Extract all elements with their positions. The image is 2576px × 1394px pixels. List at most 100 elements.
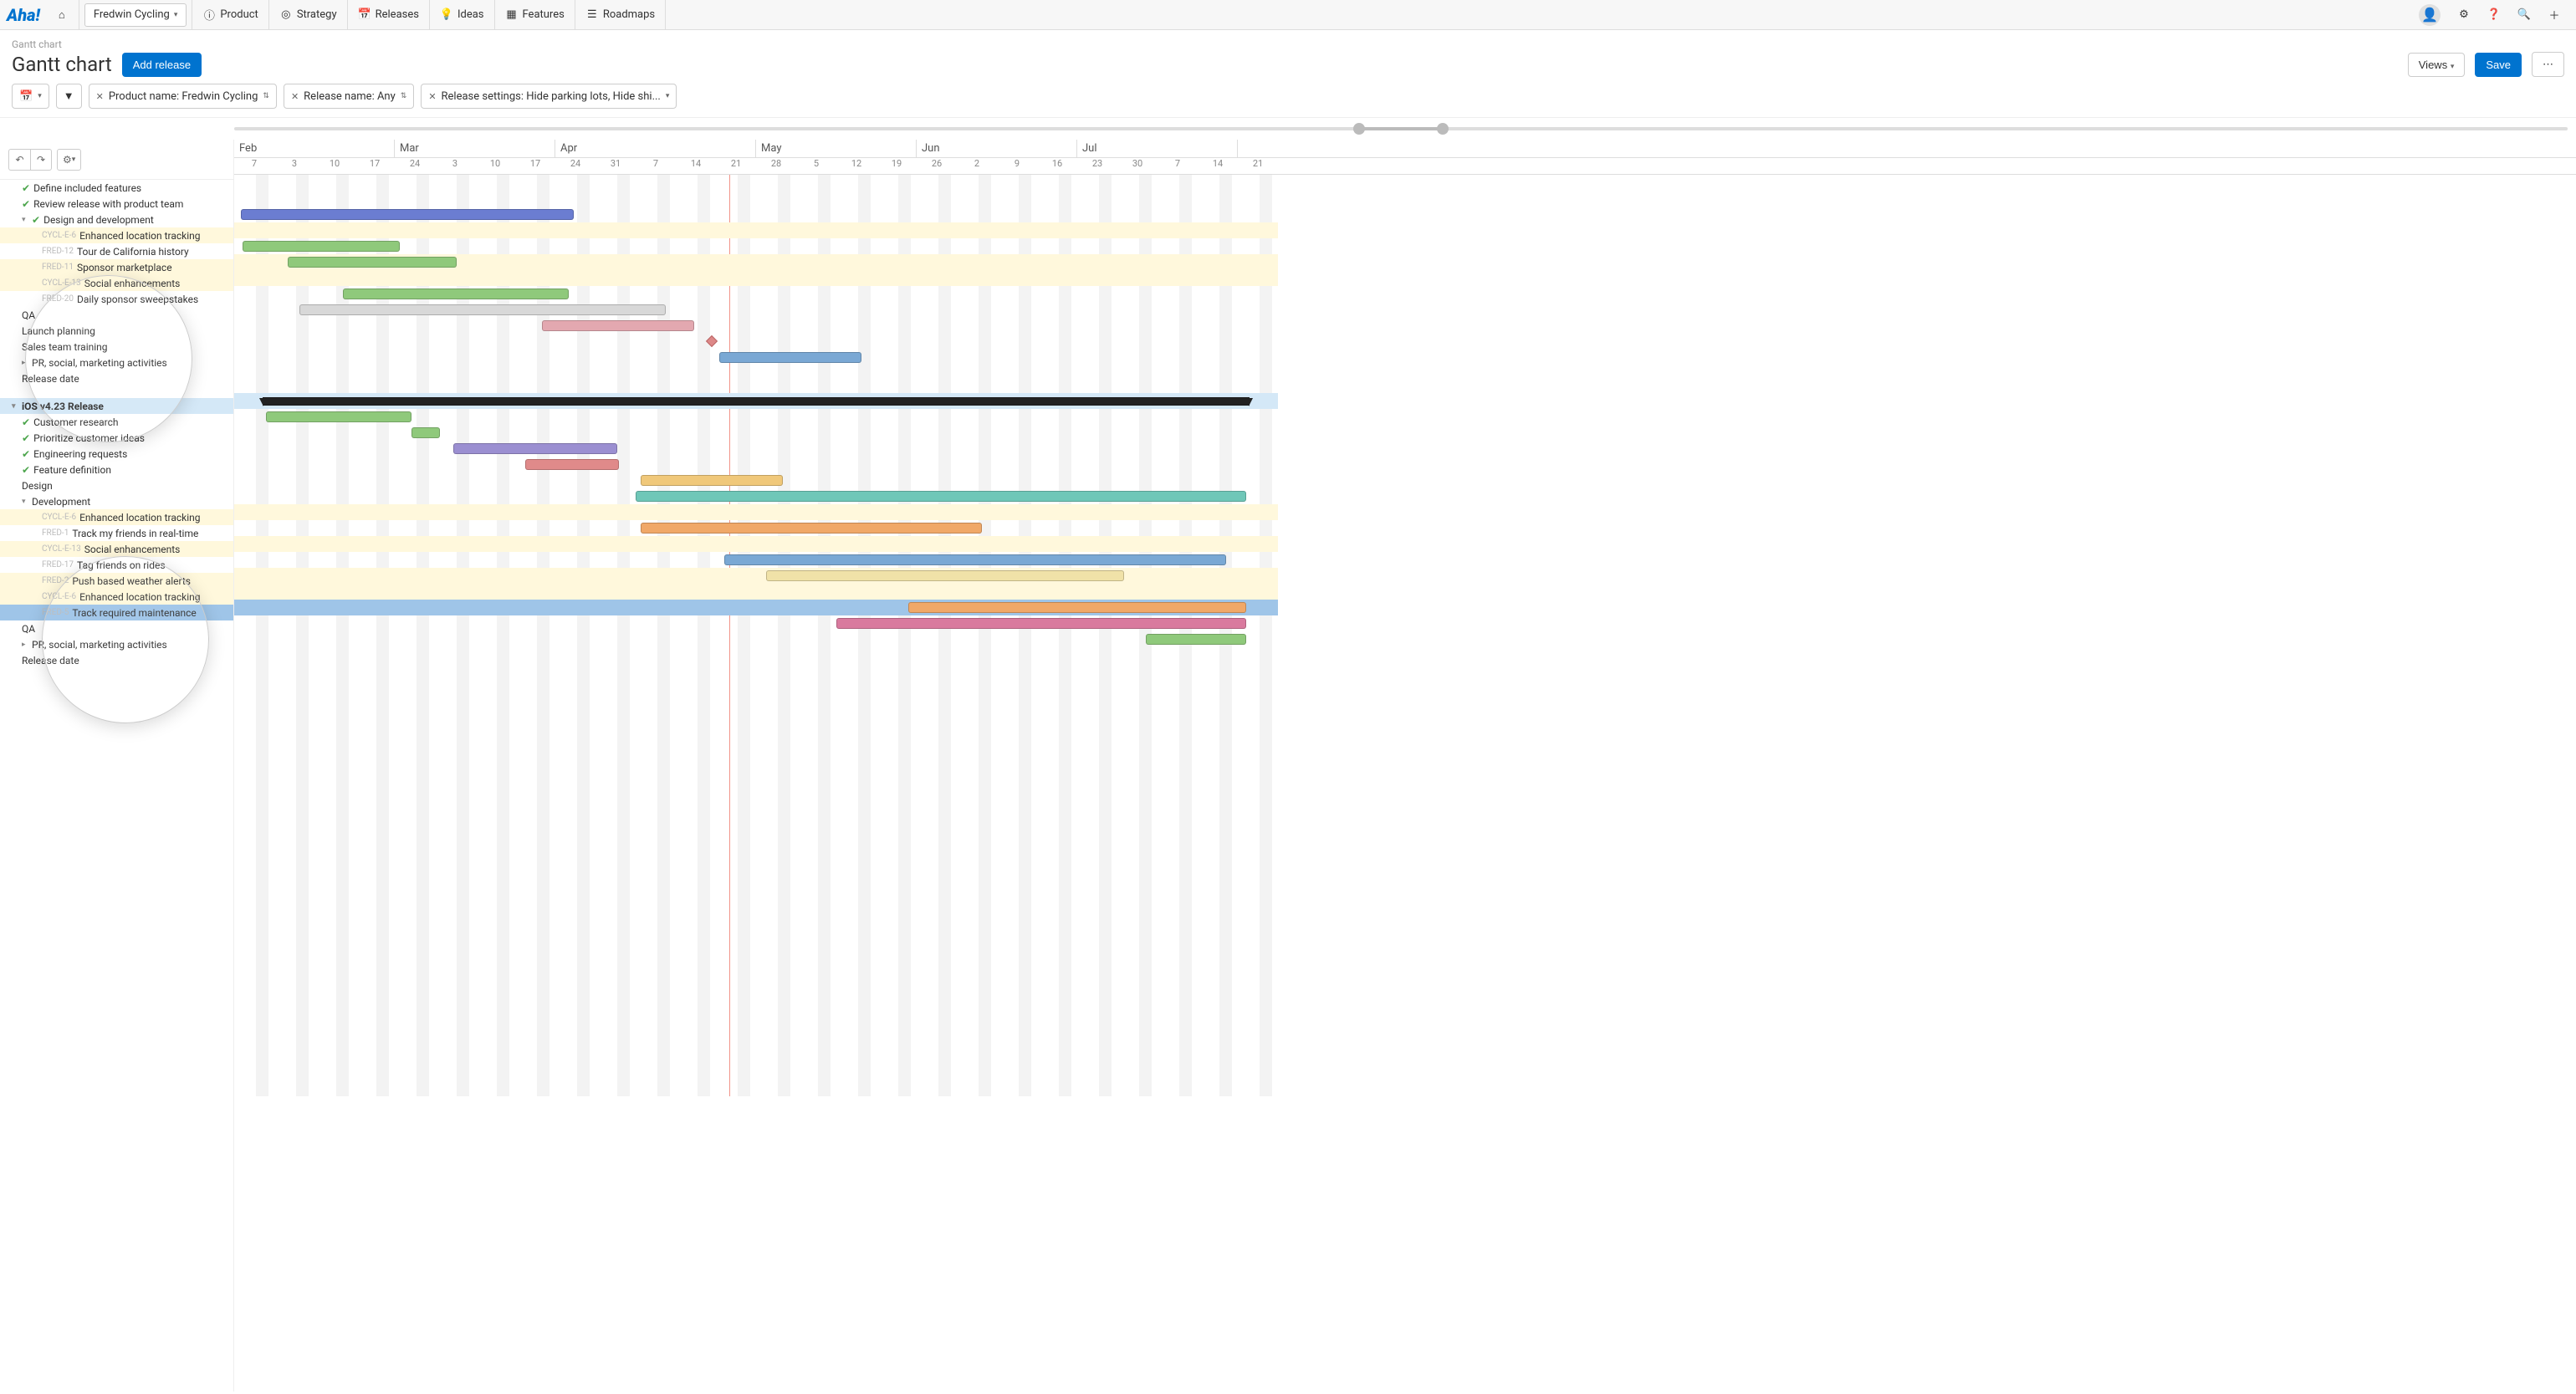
gantt-bar[interactable] (1146, 634, 1246, 645)
add-button[interactable]: ＋ (2539, 3, 2569, 27)
chevron-right-icon[interactable]: ▸ (22, 641, 32, 649)
task-row[interactable]: Design (0, 477, 233, 493)
gantt-bar[interactable] (641, 523, 982, 534)
search-button[interactable]: 🔍 (2509, 3, 2539, 27)
save-button[interactable]: Save (2475, 53, 2522, 77)
settings-button[interactable]: ⚙ (2449, 3, 2479, 27)
views-button[interactable]: Views ▾ (2408, 53, 2466, 77)
task-row[interactable]: FRED-12Tour de California history (0, 243, 233, 259)
task-row[interactable]: ✔Prioritize customer ideas (0, 430, 233, 446)
task-row[interactable]: CYCL-E-13Social enhancements (0, 275, 233, 291)
filter-product[interactable]: ✕Product name: Fredwin Cycling⇅ (89, 84, 277, 109)
task-row[interactable]: Release date (0, 370, 233, 386)
gantt-bar[interactable] (719, 352, 861, 363)
gantt-bar[interactable] (766, 570, 1124, 581)
task-row[interactable]: ▾Development (0, 493, 233, 509)
task-row[interactable]: ✔Customer research (0, 414, 233, 430)
day-header: 5 (796, 158, 836, 174)
slider-handle-right[interactable] (1437, 123, 1449, 135)
task-row[interactable]: QA (0, 307, 233, 323)
task-row[interactable]: ✔Engineering requests (0, 446, 233, 462)
gantt-bar[interactable] (525, 459, 619, 470)
gantt-bar[interactable] (288, 257, 457, 268)
nav-features[interactable]: ▦Features (497, 3, 573, 27)
nav-strategy[interactable]: ◎Strategy (271, 3, 345, 27)
close-icon[interactable]: ✕ (96, 91, 104, 102)
task-row[interactable]: FRED-2Push based weather alerts (0, 573, 233, 589)
date-filter[interactable]: 📅▾ (12, 84, 49, 109)
chevron-down-icon[interactable]: ▾ (12, 402, 22, 411)
gantt-bar[interactable] (724, 554, 1226, 565)
task-row[interactable]: FRED-11Sponsor marketplace (0, 259, 233, 275)
gantt-bar[interactable] (266, 411, 411, 422)
task-row[interactable]: CYCL-E-6Enhanced location tracking (0, 509, 233, 525)
more-button[interactable]: ⋯ (2532, 52, 2564, 77)
task-row[interactable]: FRED-20Daily sponsor sweepstakes (0, 291, 233, 307)
task-row[interactable]: ▾✔Design and development (0, 212, 233, 227)
nav-ideas[interactable]: 💡Ideas (432, 3, 493, 27)
list-settings-button[interactable]: ⚙▾ (57, 149, 81, 171)
task-row[interactable]: FRED-1Track my friends in real-time (0, 525, 233, 541)
nav-product[interactable]: ⓘProduct (194, 3, 266, 27)
add-release-button[interactable]: Add release (122, 53, 202, 77)
task-row[interactable]: Release date (0, 652, 233, 668)
task-row[interactable]: ✔Feature definition (0, 462, 233, 477)
caret-icon: ▾ (666, 92, 670, 100)
close-icon[interactable]: ✕ (291, 91, 299, 102)
home-button[interactable]: ⌂ (47, 3, 77, 27)
task-row[interactable]: ✔Define included features (0, 180, 233, 196)
chevron-right-icon[interactable]: ▸ (22, 359, 32, 367)
gantt-bar[interactable] (908, 602, 1246, 613)
task-label: Release date (22, 655, 79, 666)
task-row[interactable]: ▸PR, social, marketing activities (0, 355, 233, 370)
gantt-bar[interactable] (241, 209, 574, 220)
chevron-down-icon[interactable]: ▾ (22, 216, 32, 224)
task-row[interactable]: Launch planning (0, 323, 233, 339)
gantt-bar[interactable] (542, 320, 694, 331)
chevron-down-icon[interactable]: ▾ (22, 498, 32, 506)
gantt-bar[interactable] (641, 475, 783, 486)
nav-roadmaps[interactable]: ☰Roadmaps (577, 3, 663, 27)
filter-toggle[interactable]: ▼ (56, 84, 82, 109)
close-icon[interactable]: ✕ (428, 91, 436, 102)
gantt-bar[interactable] (453, 443, 617, 454)
release-row[interactable]: ▾iOS v4.23 Release (0, 398, 233, 414)
task-label: Design (22, 480, 53, 492)
gantt-bar[interactable] (299, 304, 666, 315)
gantt-bar[interactable] (263, 397, 1250, 406)
task-row[interactable]: QA (0, 620, 233, 636)
task-row[interactable]: FRED-5Track required maintenance (0, 605, 233, 620)
task-row[interactable]: Sales team training (0, 339, 233, 355)
undo-button[interactable]: ↶ (8, 149, 30, 171)
gantt-bar[interactable] (343, 289, 569, 299)
gantt-bar[interactable] (636, 491, 1246, 502)
gantt-bar[interactable] (411, 427, 440, 438)
task-row[interactable]: FRED-17Tag friends on rides (0, 557, 233, 573)
milestone-marker[interactable] (706, 335, 718, 347)
user-avatar[interactable]: 👤 (2410, 3, 2449, 27)
undo-icon: ↶ (15, 154, 23, 166)
task-row[interactable]: CYCL-E-13Social enhancements (0, 541, 233, 557)
task-row[interactable]: CYCL-E-6Enhanced location tracking (0, 589, 233, 605)
filter-release[interactable]: ✕Release name: Any⇅ (284, 84, 414, 109)
workspace-selector[interactable]: Fredwin Cycling▾ (84, 3, 187, 27)
zoom-slider[interactable] (0, 118, 2576, 140)
help-button[interactable]: ❓ (2479, 3, 2509, 27)
gantt-row (234, 520, 1278, 536)
month-header: Mar (395, 140, 555, 157)
filter-settings[interactable]: ✕Release settings: Hide parking lots, Hi… (421, 84, 677, 109)
day-header: 2 (957, 158, 997, 174)
nav-releases[interactable]: 📅Releases (350, 3, 427, 27)
gantt-row (234, 631, 1278, 647)
task-ref: FRED-2 (42, 576, 69, 585)
task-row[interactable]: ▸PR, social, marketing activities (0, 636, 233, 652)
slider-handle-left[interactable] (1353, 123, 1365, 135)
redo-button[interactable]: ↷ (30, 149, 52, 171)
task-row[interactable]: CYCL-E-6Enhanced location tracking (0, 227, 233, 243)
gantt-chart[interactable]: FebMarAprMayJunJul 731017243101724317142… (234, 140, 2576, 1391)
gantt-bar[interactable] (243, 241, 400, 252)
day-header: 10 (475, 158, 515, 174)
task-label: QA (22, 623, 35, 635)
task-row[interactable]: ✔Review release with product team (0, 196, 233, 212)
gantt-bar[interactable] (836, 618, 1246, 629)
